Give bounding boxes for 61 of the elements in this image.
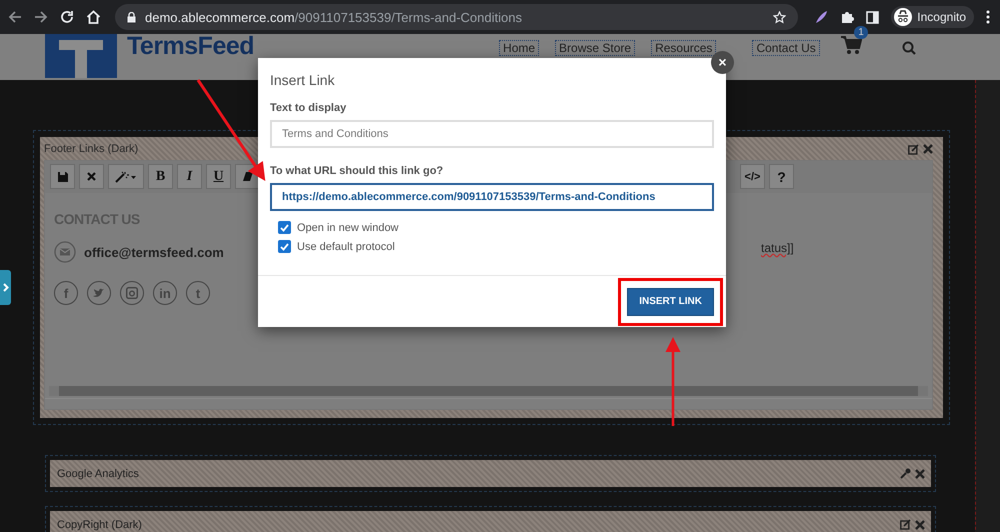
- address-bar[interactable]: demo.ablecommerce.com/9091107153539/Terms-and-Conditions: [115, 4, 798, 30]
- close-icon[interactable]: [915, 468, 925, 478]
- template-text: tatus]]: [761, 241, 794, 255]
- feather-icon[interactable]: [814, 10, 828, 24]
- italic-button[interactable]: I: [177, 164, 202, 189]
- eraser-icon: [242, 172, 252, 181]
- code-button[interactable]: </>: [740, 164, 765, 189]
- chevron-icon: [2, 283, 8, 292]
- home-icon[interactable]: [86, 10, 101, 24]
- star-icon[interactable]: [773, 10, 786, 24]
- nav-link[interactable]: Home: [499, 40, 540, 56]
- back-icon[interactable]: [8, 10, 22, 24]
- text-input-field[interactable]: Terms and Conditions: [270, 120, 714, 148]
- menu-icon[interactable]: [986, 10, 990, 24]
- nav-link[interactable]: Contact Us: [752, 40, 820, 56]
- checkbox-label: Use default protocol: [297, 240, 395, 252]
- sidebar-icon[interactable]: [866, 10, 880, 24]
- incognito-button[interactable]: Incognito: [891, 6, 974, 28]
- panel-title: Footer Links (Dark): [44, 143, 138, 155]
- insert-link-button[interactable]: INSERT LINK: [627, 288, 714, 316]
- url-input-field[interactable]: https://demo.ablecommerce.com/9091107153539/Terms-and-Conditions: [270, 183, 714, 211]
- incognito-icon: [894, 8, 912, 26]
- edit-icon[interactable]: [908, 144, 919, 154]
- panel-title: Google Analytics: [57, 468, 139, 480]
- email-text: office@termsfeed.com: [84, 244, 224, 260]
- nav-link[interactable]: Resources: [651, 40, 716, 56]
- nav-link[interactable]: Browse Store: [555, 40, 636, 56]
- magic-button[interactable]: [108, 164, 144, 189]
- bird-icon[interactable]: [87, 281, 111, 305]
- panel-title: CopyRight (Dark): [57, 518, 142, 530]
- puzzle-icon[interactable]: [840, 10, 854, 24]
- magic-wand-icon: [115, 170, 137, 182]
- bold-button[interactable]: B: [148, 164, 173, 189]
- dialog-title: Insert Link: [270, 72, 335, 88]
- wrench-icon[interactable]: [900, 468, 911, 479]
- save-icon: [58, 172, 68, 182]
- envelope-icon: [54, 241, 76, 263]
- checkbox[interactable]: [278, 221, 291, 234]
- underline-button[interactable]: U: [206, 164, 231, 189]
- save-button[interactable]: [50, 164, 75, 189]
- field-label: Text to display: [270, 102, 348, 114]
- camera-icon[interactable]: [120, 281, 144, 305]
- checkbox-label: Open in new window: [297, 222, 399, 234]
- url-text: demo.ablecommerce.com/9091107153539/Terms-and-Conditions: [145, 10, 522, 24]
- sidebar-toggle[interactable]: [0, 270, 11, 305]
- close-icon[interactable]: [923, 144, 933, 154]
- lock-icon: [127, 12, 136, 22]
- cart-icon[interactable]: [840, 35, 862, 55]
- search-icon[interactable]: [902, 40, 916, 54]
- forward-icon[interactable]: [34, 10, 48, 24]
- edit-icon[interactable]: [900, 519, 911, 530]
- checkbox[interactable]: [278, 240, 291, 253]
- horizontal-scrollbar[interactable]: [49, 386, 928, 396]
- reload-icon[interactable]: [60, 10, 74, 24]
- cart-count-badge: 1: [854, 26, 868, 39]
- close-icon: [87, 172, 96, 181]
- help-button[interactable]: ?: [769, 164, 794, 189]
- remove-button[interactable]: [79, 164, 104, 189]
- field-label: To what URL should this link go?: [270, 165, 444, 177]
- close-icon[interactable]: [915, 520, 925, 530]
- logo-text: TermsFeed: [127, 35, 254, 57]
